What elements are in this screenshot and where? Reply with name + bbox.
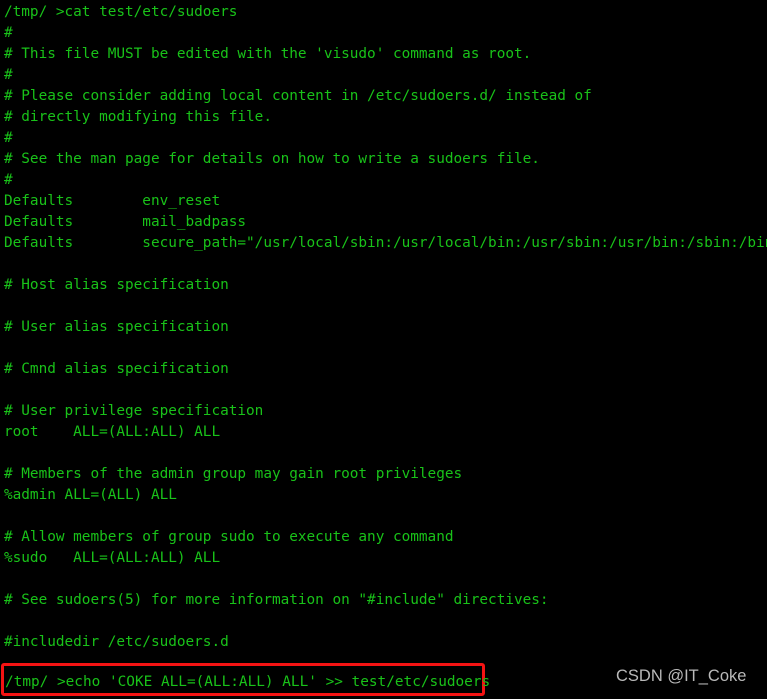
- terminal-line: # Members of the admin group may gain ro…: [4, 466, 463, 482]
- terminal-line: %admin ALL=(ALL) ALL: [4, 487, 177, 503]
- terminal-line: # See the man page for details on how to…: [4, 151, 540, 167]
- terminal-line: # This file MUST be edited with the 'vis…: [4, 46, 532, 62]
- terminal-line: root ALL=(ALL:ALL) ALL: [4, 424, 221, 440]
- terminal-line: # User privilege specification: [4, 403, 264, 419]
- terminal-line: %sudo ALL=(ALL:ALL) ALL: [4, 550, 221, 566]
- terminal-line: # Allow members of group sudo to execute…: [4, 529, 454, 545]
- terminal-line: #: [4, 25, 13, 41]
- terminal-line: Defaults secure_path="/usr/local/sbin:/u…: [4, 235, 767, 251]
- terminal-line: /tmp/ >cat test/etc/sudoers: [4, 4, 238, 20]
- csdn-watermark: CSDN @IT_Coke: [616, 667, 747, 685]
- terminal-line: Defaults mail_badpass: [4, 214, 247, 230]
- terminal-line: #: [4, 130, 13, 146]
- terminal-line: # directly modifying this file.: [4, 109, 272, 125]
- terminal-line: # Host alias specification: [4, 277, 229, 293]
- terminal-line: # Cmnd alias specification: [4, 361, 229, 377]
- terminal-line: Defaults env_reset: [4, 193, 221, 209]
- terminal-line: #: [4, 67, 13, 83]
- terminal-line: # Please consider adding local content i…: [4, 88, 592, 104]
- terminal-line: #includedir /etc/sudoers.d: [4, 634, 229, 650]
- command-input-line[interactable]: /tmp/ >echo 'COKE ALL=(ALL:ALL) ALL' >> …: [5, 672, 490, 693]
- terminal-line: # See sudoers(5) for more information on…: [4, 592, 549, 608]
- terminal-line: #: [4, 172, 13, 188]
- terminal-output: /tmp/ >cat test/etc/sudoers # # This file …: [0, 0, 767, 653]
- terminal-line: # User alias specification: [4, 319, 229, 335]
- terminal-window[interactable]: /tmp/ >cat test/etc/sudoers # # This file …: [0, 0, 767, 699]
